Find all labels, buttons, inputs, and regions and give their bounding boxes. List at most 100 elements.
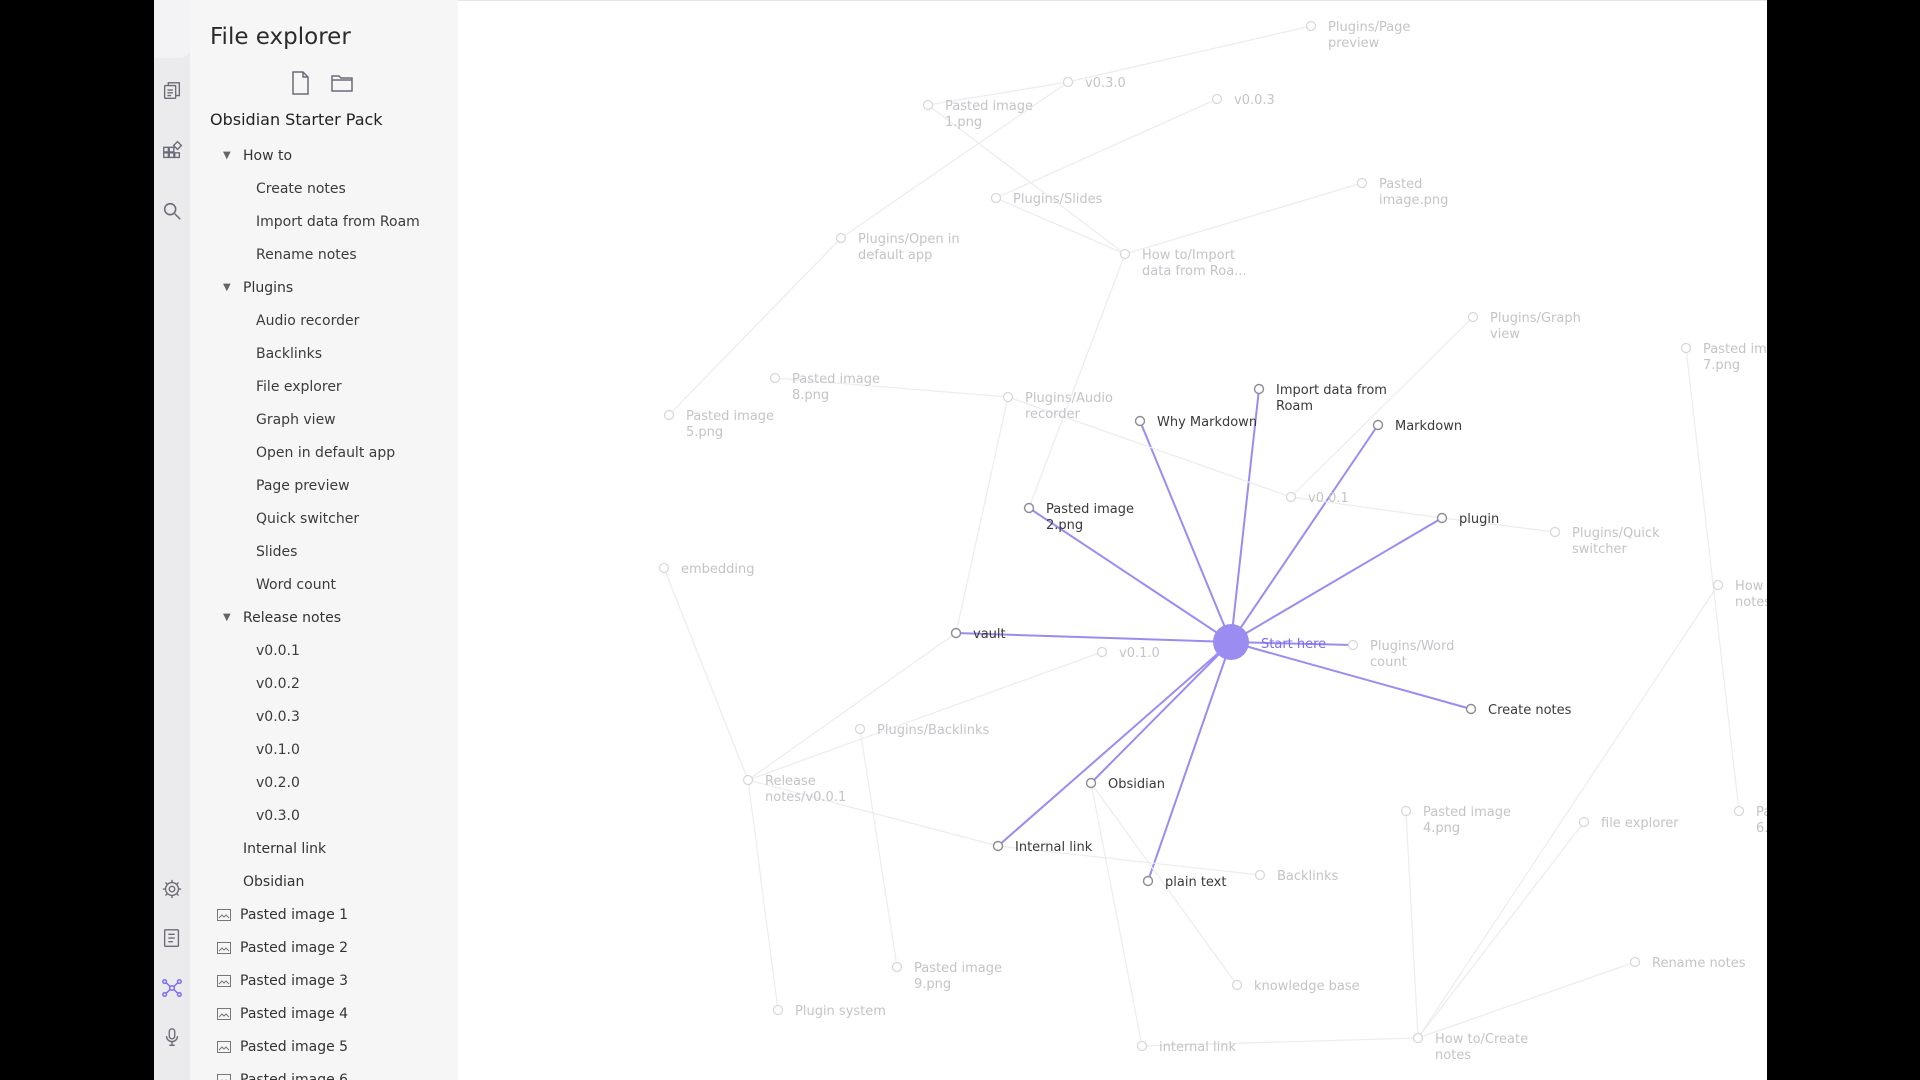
graph-node[interactable]: Plugins/Audio recorder (1002, 391, 1113, 422)
collapse-arrow-icon[interactable]: ▼ (223, 150, 233, 161)
graph-node[interactable]: plain text (1142, 875, 1227, 890)
graph-node-dot[interactable] (1254, 869, 1266, 881)
tree-folder[interactable]: ▼ Release notes (190, 601, 442, 634)
graph-node[interactable]: Backlinks (1254, 869, 1339, 884)
graph-node[interactable]: How to/Import data from Roa... (1119, 248, 1247, 279)
graph-node[interactable]: Plugins/Quick switcher (1549, 526, 1661, 557)
tree-item[interactable]: Graph view (190, 403, 442, 436)
new-folder-icon[interactable] (330, 70, 354, 96)
new-note-icon[interactable] (288, 70, 312, 96)
graph-node-dot[interactable] (1680, 342, 1692, 354)
graph-node[interactable]: Pasted image 5.png (663, 409, 774, 440)
graph-node[interactable]: file explorer (1578, 816, 1680, 831)
graph-node[interactable]: Pasted image6.png (1733, 805, 1768, 836)
tree-item[interactable]: Quick switcher (190, 502, 442, 535)
graph-node-dot[interactable] (1629, 956, 1641, 968)
graph-node-dot[interactable] (1096, 646, 1108, 658)
graph-node[interactable]: Obsidian (1085, 777, 1165, 792)
microphone-icon[interactable] (160, 1025, 184, 1049)
graph-canvas[interactable]: Start here Why Markdown Import data from Ro… (458, 1, 1767, 1080)
tree-item[interactable]: v0.1.0 (190, 733, 442, 766)
graph-node-dot[interactable] (1142, 875, 1154, 887)
graph-node[interactable]: Plugins/Page preview (1305, 20, 1411, 51)
tree-item[interactable]: Import data from Roam (190, 205, 442, 238)
graph-node-dot[interactable] (922, 99, 934, 111)
tree-item[interactable]: Obsidian (190, 865, 442, 898)
graph-node[interactable]: Create notes (1465, 703, 1572, 718)
graph-node-dot[interactable] (1400, 805, 1412, 817)
tree-item[interactable]: Create notes (190, 172, 442, 205)
graph-node[interactable]: How to/Create notes (1412, 1032, 1529, 1063)
graph-node-dot[interactable] (1465, 703, 1477, 715)
tree-item[interactable]: Pasted image 5 (190, 1030, 442, 1063)
dashboard-icon[interactable] (160, 139, 184, 163)
graph-node[interactable]: knowledge base (1231, 979, 1360, 994)
graph-node-dot[interactable] (835, 232, 847, 244)
graph-node[interactable]: vault (950, 627, 1006, 642)
graph-node-dot[interactable] (1134, 415, 1146, 427)
graph-node-dot[interactable] (1356, 177, 1368, 189)
graph-node[interactable]: Pasted image 2.png (1023, 502, 1134, 533)
graph-node-dot[interactable] (742, 774, 754, 786)
graph-node[interactable]: Pasted image 8.png (769, 372, 880, 403)
tree-item[interactable]: Slides (190, 535, 442, 568)
graph-node[interactable]: How to/Renamenotes (1712, 579, 1768, 610)
tree-item[interactable]: v0.0.1 (190, 634, 442, 667)
graph-node[interactable]: v0.0.3 (1211, 93, 1275, 108)
graph-node[interactable]: internal link (1136, 1040, 1237, 1055)
graph-node[interactable]: Pasted image 4.png (1400, 805, 1511, 836)
graph-node[interactable]: Markdown (1372, 419, 1463, 434)
graph-node[interactable]: Pasted image 9.png (891, 961, 1002, 992)
graph-node[interactable]: Plugin system (772, 1004, 886, 1019)
graph-node-dot[interactable] (1412, 1032, 1424, 1044)
tree-item[interactable]: File explorer (190, 370, 442, 403)
graph-node-dot[interactable] (854, 723, 866, 735)
tree-item[interactable]: Audio recorder (190, 304, 442, 337)
graph-node-dot[interactable] (1213, 624, 1249, 660)
graph-node[interactable]: Pasted image7.png (1680, 342, 1768, 373)
tree-item[interactable]: Pasted image 3 (190, 964, 442, 997)
graph-node-dot[interactable] (990, 192, 1002, 204)
tree-item[interactable]: v0.2.0 (190, 766, 442, 799)
graph-node-dot[interactable] (992, 840, 1004, 852)
graph-node[interactable]: Rename notes (1629, 956, 1746, 971)
tree-item[interactable]: v0.0.2 (190, 667, 442, 700)
graph-node-dot[interactable] (1578, 816, 1590, 828)
tree-item[interactable]: Pasted image 4 (190, 997, 442, 1030)
graph-node-dot[interactable] (1372, 419, 1384, 431)
tree-item[interactable]: Pasted image 6 (190, 1063, 442, 1080)
graph-node[interactable]: Start here (1213, 624, 1326, 660)
graph-node[interactable]: plugin (1436, 512, 1500, 527)
tree-folder[interactable]: ▼ How to (190, 139, 442, 172)
graph-node-dot[interactable] (1211, 93, 1223, 105)
graph-node-dot[interactable] (769, 372, 781, 384)
graph-node-dot[interactable] (1023, 502, 1035, 514)
graph-node-dot[interactable] (1285, 491, 1297, 503)
graph-node-dot[interactable] (1733, 805, 1745, 817)
graph-node-dot[interactable] (891, 961, 903, 973)
tree-item[interactable]: v0.3.0 (190, 799, 442, 832)
graph-node-dot[interactable] (1467, 311, 1479, 323)
vault-name[interactable]: Obsidian Starter Pack (210, 110, 383, 129)
graph-node-dot[interactable] (1231, 979, 1243, 991)
graph-node[interactable]: v0.1.0 (1096, 646, 1160, 661)
collapse-arrow-icon[interactable]: ▼ (223, 612, 233, 623)
graph-node[interactable]: Plugins/Graph view (1467, 311, 1581, 342)
tree-item[interactable]: Rename notes (190, 238, 442, 271)
graph-node-dot[interactable] (1549, 526, 1561, 538)
graph-node[interactable]: Plugins/Word count (1347, 639, 1455, 670)
search-icon[interactable] (160, 199, 184, 223)
graph-node[interactable]: v0.0.1 (1285, 491, 1349, 506)
graph-node-dot[interactable] (950, 627, 962, 639)
collapse-arrow-icon[interactable]: ▼ (223, 282, 233, 293)
tree-item[interactable]: Backlinks (190, 337, 442, 370)
graph-node-dot[interactable] (1347, 639, 1359, 651)
graph-node-dot[interactable] (1085, 777, 1097, 789)
tree-folder[interactable]: ▼ Plugins (190, 271, 442, 304)
graph-node-dot[interactable] (1136, 1040, 1148, 1052)
graph-node[interactable]: Import data from Roam (1253, 383, 1387, 414)
tree-item[interactable]: Internal link (190, 832, 442, 865)
graph-node[interactable]: Plugins/Backlinks (854, 723, 990, 738)
graph-node[interactable]: Plugins/Slides (990, 192, 1103, 207)
tree-item[interactable]: Pasted image 1 (190, 898, 442, 931)
